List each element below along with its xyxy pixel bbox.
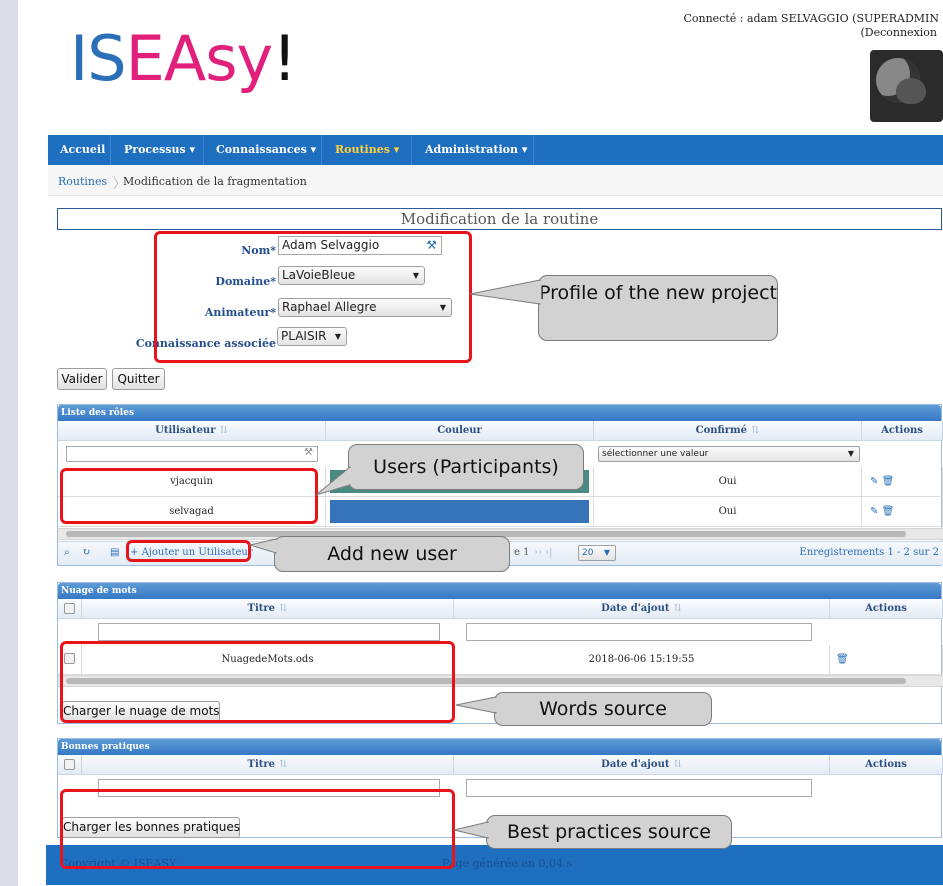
export-icon[interactable]: ▤	[110, 547, 119, 558]
delete-icon[interactable]: 🗑	[882, 476, 895, 487]
chevron-down-icon: ▼	[847, 449, 854, 458]
annotation-box-users	[60, 468, 318, 524]
actions-cell: ✎ 🗑	[862, 497, 943, 527]
select-all-checkbox[interactable]	[64, 759, 75, 770]
callout-words-text: Words source	[539, 698, 667, 720]
page-indicator: e 1	[514, 547, 530, 558]
left-edge-bar	[0, 0, 18, 886]
valider-button[interactable]: Valider	[57, 368, 107, 390]
menu-separator	[411, 135, 412, 165]
date-filter-input[interactable]	[466, 623, 812, 641]
utilisateur-filter-input[interactable]: ⚒	[66, 446, 318, 462]
annotation-box-add-user	[126, 540, 251, 562]
breadcrumb-routines-link[interactable]: Routines	[58, 175, 107, 188]
callout-profile-text: Profile of the new project	[539, 282, 777, 304]
menu-separator	[110, 135, 111, 165]
breadcrumb-current: Modification de la fragmentation	[123, 175, 307, 188]
menu-separator	[203, 135, 204, 165]
confirmed-cell: Oui	[594, 497, 862, 527]
column-header-utilisateur[interactable]: Utilisateur ⇅	[58, 421, 326, 441]
practices-panel-title: Bonnes pratiques	[58, 739, 941, 755]
callout-words: Words source	[455, 692, 712, 726]
callout-pointer	[455, 696, 498, 714]
delete-icon[interactable]: 🗑	[836, 654, 849, 665]
words-panel-title: Nuage de mots	[58, 583, 941, 599]
edit-icon[interactable]: ✎	[870, 506, 878, 517]
column-header-date[interactable]: Date d'ajout ⇅	[454, 599, 830, 619]
column-header-confirme[interactable]: Confirmé ⇅	[594, 421, 862, 441]
menu-connaissances[interactable]: Connaissances ▾	[216, 135, 316, 165]
callout-pointer	[315, 465, 352, 496]
actions-cell: 🗑	[830, 645, 943, 675]
callout-add-user: Add new user	[248, 536, 510, 572]
confirme-filter-select[interactable]: sélectionner une valeur ▼	[598, 446, 860, 462]
connection-info: Connecté : adam SELVAGGIO (SUPERADMIN (D…	[683, 12, 939, 40]
word-date-cell: 2018-06-06 15:19:55	[454, 645, 830, 675]
chevron-down-icon: ▼	[603, 548, 610, 557]
select-all-checkbox[interactable]	[64, 603, 75, 614]
records-count: Enregistrements 1 - 2 sur 2	[799, 547, 939, 558]
column-header-couleur[interactable]: Couleur	[326, 421, 594, 441]
avatar	[870, 50, 943, 122]
callout-profile: Profile of the new project	[469, 275, 778, 341]
logo-text-bang: !	[272, 22, 297, 95]
actions-cell: ✎ 🗑	[862, 467, 943, 497]
menu-routines[interactable]: Routines ▾	[335, 135, 399, 165]
heart-icon	[896, 78, 926, 104]
column-header-select[interactable]	[58, 755, 82, 775]
menu-separator	[321, 135, 322, 165]
page-size-select[interactable]: 20 ▼	[578, 545, 616, 561]
callout-pointer	[248, 538, 278, 554]
callout-practices: Best practices source	[453, 815, 732, 849]
annotation-box-words	[60, 641, 455, 723]
date-filter-input[interactable]	[466, 779, 812, 797]
menu-administration[interactable]: Administration ▾	[425, 135, 527, 165]
search-icon[interactable]: ⌕	[64, 547, 70, 558]
callout-users-text: Users (Participants)	[373, 456, 559, 478]
breadcrumb: Routines 〉 Modification de la fragmentat…	[48, 166, 943, 196]
delete-icon[interactable]: 🗑	[882, 506, 895, 517]
column-header-actions: Actions	[830, 599, 943, 619]
logout-link[interactable]: (Deconnexion	[683, 26, 939, 40]
column-header-actions: Actions	[862, 421, 943, 441]
titre-filter-input[interactable]	[98, 623, 440, 641]
column-header-titre[interactable]: Titre ⇅	[82, 599, 454, 619]
logo-text-is: IS	[70, 22, 127, 95]
callout-practices-text: Best practices source	[507, 821, 711, 843]
menu-separator	[533, 135, 534, 165]
column-header-date[interactable]: Date d'ajout ⇅	[454, 755, 830, 775]
column-header-select[interactable]	[58, 599, 82, 619]
app-logo[interactable]: ISEAsy!	[70, 22, 297, 95]
roles-panel-title: Liste des rôles	[58, 405, 941, 421]
menu-processus[interactable]: Processus ▾	[124, 135, 195, 165]
menu-accueil[interactable]: Accueil	[60, 135, 105, 165]
page: ISEAsy! Connecté : adam SELVAGGIO (SUPER…	[46, 0, 943, 886]
callout-add-user-text: Add new user	[327, 543, 457, 565]
annotation-box-practices	[60, 789, 455, 869]
next-page-icon[interactable]: ›› ›|	[534, 547, 553, 558]
generation-time: Page générée en 0,04 s	[442, 857, 573, 870]
callout-pointer	[453, 821, 490, 839]
quitter-button[interactable]: Quitter	[112, 368, 165, 390]
color-swatch	[330, 500, 589, 523]
column-header-titre[interactable]: Titre ⇅	[82, 755, 454, 775]
callout-users: Users (Participants)	[315, 444, 584, 496]
connected-user: Connecté : adam SELVAGGIO (SUPERADMIN	[683, 12, 939, 25]
callout-pointer	[469, 279, 542, 305]
annotation-box-profile	[154, 231, 472, 363]
confirme-filter-value: sélectionner une valeur	[602, 449, 709, 459]
main-menu: Accueil Processus ▾ Connaissances ▾ Rout…	[48, 135, 943, 165]
column-header-actions: Actions	[830, 755, 943, 775]
refresh-icon[interactable]: ↻	[82, 547, 90, 558]
edit-icon[interactable]: ✎	[870, 476, 878, 487]
confirmed-cell: Oui	[594, 467, 862, 497]
form-title: Modification de la routine	[57, 208, 942, 230]
logo-text-easy: EAsy	[125, 22, 274, 95]
wrench-icon[interactable]: ⚒	[304, 447, 313, 458]
color-cell	[326, 497, 594, 527]
